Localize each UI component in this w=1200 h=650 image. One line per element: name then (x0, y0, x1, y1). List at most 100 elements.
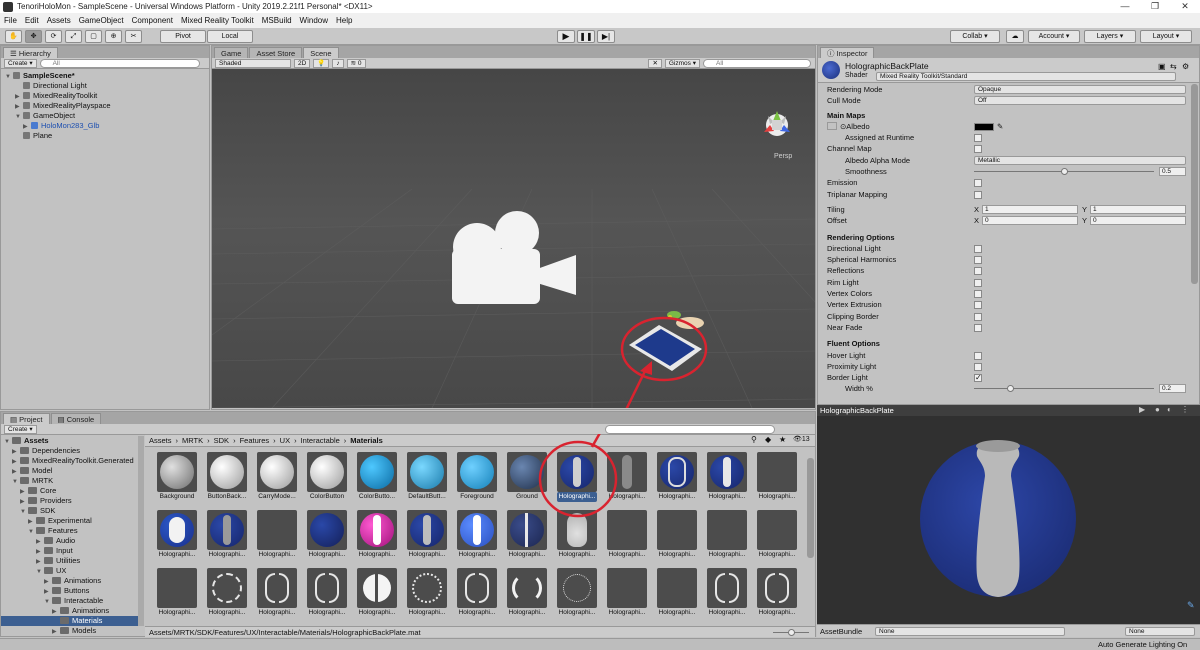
favorite-icon[interactable]: ★ (779, 435, 786, 444)
project-folder-item[interactable]: ▶ Input (1, 546, 138, 556)
material-asset[interactable]: Holographi... (357, 568, 397, 620)
material-preview-sphere[interactable] (817, 416, 1200, 624)
preview-info-icon[interactable]: ✎ (1187, 600, 1195, 611)
project-create-button[interactable]: Create ▾ (4, 424, 37, 434)
project-folder-item[interactable]: ▼ Features (1, 526, 138, 536)
pivot-toggle[interactable]: Pivot (160, 30, 206, 43)
material-asset[interactable]: ButtonBack... (207, 452, 247, 504)
breadcrumb-item[interactable]: Features (240, 436, 270, 445)
filter-label-icon[interactable]: ◆ (765, 435, 771, 444)
breadcrumb-item[interactable]: Assets (149, 436, 172, 445)
material-asset[interactable]: Holographi... (407, 510, 447, 562)
project-folder-item[interactable]: ▶ Audio (1, 536, 138, 546)
menu-assets[interactable]: Assets (47, 16, 71, 25)
close-button[interactable]: ✕ (1170, 0, 1200, 13)
material-asset[interactable]: Holographi... (207, 568, 247, 620)
tiling-x-field[interactable]: 1 (982, 204, 1078, 214)
material-asset[interactable]: Holographi... (657, 568, 697, 620)
breadcrumb-item[interactable]: MRTK (182, 436, 203, 445)
ro-checkbox[interactable] (974, 256, 982, 265)
settings-icon[interactable]: ⚙ (1182, 62, 1189, 71)
material-asset[interactable]: Holographi... (307, 510, 347, 562)
material-asset[interactable]: Holographi... (707, 510, 747, 562)
preview-light-icon[interactable]: ◐ (1167, 405, 1172, 414)
project-folder-item[interactable]: ▼ SDK (1, 506, 138, 516)
menu-window[interactable]: Window (300, 16, 328, 25)
fo-checkbox[interactable] (974, 351, 982, 360)
scene-root[interactable]: ▼ SampleScene* (1, 71, 209, 81)
border-light-checkbox-checked[interactable]: ✓ (974, 374, 982, 383)
breadcrumb-item[interactable]: UX (280, 436, 290, 445)
shading-dropdown[interactable]: Shaded (215, 58, 291, 68)
material-asset[interactable]: Foreground (457, 452, 497, 504)
material-asset[interactable]: Holographi... (207, 510, 247, 562)
tiling-y-field[interactable]: 1 (1090, 204, 1186, 214)
fx-toggle[interactable]: ≋ 0 (346, 58, 366, 68)
material-asset[interactable]: Holographi... (457, 510, 497, 562)
shader-dropdown[interactable]: Mixed Reality Toolkit/Standard (876, 72, 1176, 81)
material-asset[interactable]: Holographi... (257, 568, 297, 620)
menu-file[interactable]: File (4, 16, 17, 25)
project-folder-item[interactable]: ▶ Utilities (1, 556, 138, 566)
thumbnail-size-thumb[interactable] (788, 629, 795, 636)
menu-gameobject[interactable]: GameObject (79, 16, 124, 25)
scene-viewport[interactable]: Persp (212, 69, 815, 408)
material-asset[interactable]: Holographi... (457, 568, 497, 620)
rendering-mode-dropdown[interactable]: Opaque (974, 85, 1186, 94)
play-button[interactable]: ▶ (557, 30, 575, 43)
tab-project[interactable]: ▤ Project (3, 413, 50, 424)
tab-game[interactable]: Game (214, 47, 249, 58)
material-asset[interactable]: Holographi... (557, 568, 597, 620)
project-folder-item[interactable]: ▶ Providers (1, 496, 138, 506)
material-asset[interactable]: Holographi... (657, 452, 697, 504)
material-asset[interactable]: Holographi... (257, 510, 297, 562)
scene-search-input[interactable]: All (703, 58, 811, 68)
hierarchy-item[interactable]: ▶ MixedRealityToolkit (1, 91, 209, 101)
ro-checkbox[interactable] (974, 301, 982, 310)
albedo-color-swatch[interactable] (974, 122, 994, 131)
menu-edit[interactable]: Edit (25, 16, 39, 25)
assetbundle-variant-dropdown[interactable]: None (1125, 627, 1195, 636)
project-folder-item[interactable]: ▶ Experimental (1, 516, 138, 526)
local-toggle[interactable]: Local (207, 30, 253, 43)
menu-msbuild[interactable]: MSBuild (262, 16, 292, 25)
preview-sphere-icon[interactable]: ● (1155, 405, 1160, 414)
lighting-toggle-icon[interactable]: 💡 (313, 58, 330, 68)
assigned-runtime-checkbox[interactable] (974, 134, 982, 143)
tab-inspector[interactable]: ⓘ Inspector (820, 47, 875, 58)
project-folder-item[interactable]: ▼ Assets (1, 436, 138, 446)
project-folder-item[interactable]: ▶ Core (1, 486, 138, 496)
project-folder-item[interactable]: ▶ Animations (1, 606, 138, 616)
material-asset[interactable]: Holographi... (607, 568, 647, 620)
project-folder-item[interactable]: ▼ Interactable (1, 596, 138, 606)
hierarchy-search-input[interactable]: All (39, 58, 200, 68)
ro-checkbox[interactable] (974, 323, 982, 332)
layers-dropdown[interactable]: Layers ▾ (1084, 30, 1136, 43)
ro-checkbox[interactable] (974, 290, 982, 299)
account-dropdown[interactable]: Account ▾ (1028, 30, 1080, 43)
smoothness-slider-thumb[interactable] (1061, 168, 1068, 176)
triplanar-checkbox[interactable] (974, 190, 982, 199)
cloud-icon[interactable]: ☁ (1006, 30, 1024, 43)
material-asset[interactable]: Holographi... (357, 510, 397, 562)
material-asset[interactable]: Holographi... (757, 568, 797, 620)
menu-mrtk[interactable]: Mixed Reality Toolkit (181, 16, 254, 25)
inspector-scrollbar[interactable] (1191, 84, 1198, 284)
material-asset[interactable]: Holographi... (757, 452, 797, 504)
albedo-alpha-dropdown[interactable]: Metallic (974, 155, 1186, 165)
material-asset[interactable]: Holographi... (157, 510, 197, 562)
move-tool-icon[interactable]: ✥ (25, 30, 42, 43)
offset-x-field[interactable]: 0 (982, 216, 1078, 226)
mode-2d-toggle[interactable]: 2D (294, 58, 311, 68)
project-folder-item[interactable]: Materials (1, 616, 138, 626)
fo-checkbox[interactable] (974, 362, 982, 371)
project-folder-item[interactable]: ▶ Animations (1, 576, 138, 586)
minimize-button[interactable]: — (1110, 0, 1140, 13)
hierarchy-create-button[interactable]: Create ▾ (4, 58, 37, 68)
audio-toggle-icon[interactable]: ♪ (332, 58, 344, 68)
emission-checkbox[interactable] (974, 179, 982, 188)
breadcrumb-item[interactable]: Interactable (301, 436, 340, 445)
project-folder-item[interactable]: ▶ Dependencies (1, 446, 138, 456)
project-folder-item[interactable]: ▶ MixedRealityToolkit.Generated (1, 456, 138, 466)
preset-icon[interactable]: ⇆ (1170, 62, 1177, 71)
